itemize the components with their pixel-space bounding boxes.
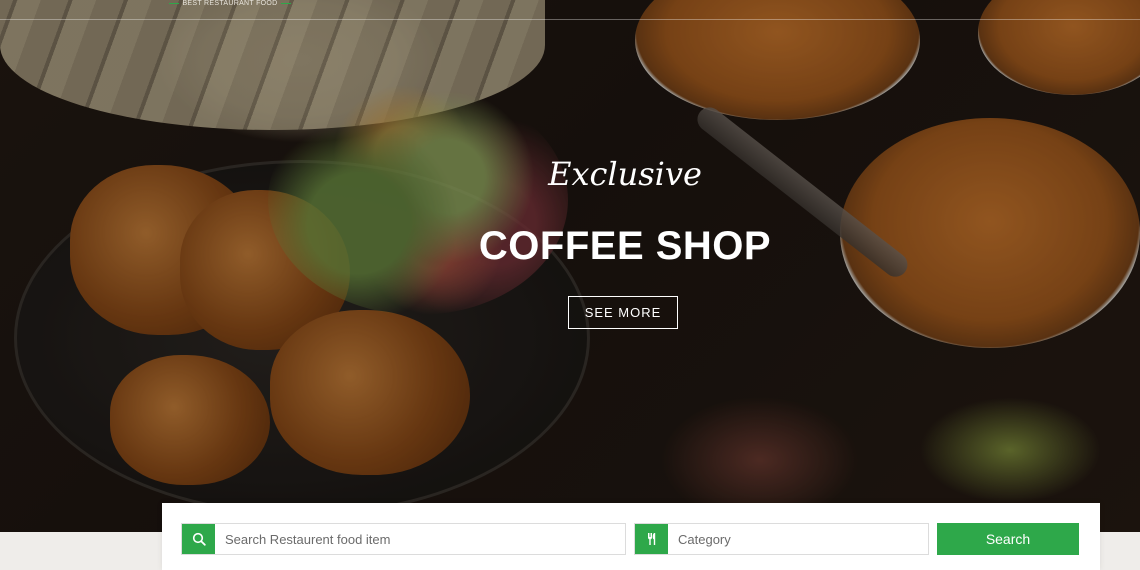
tagline: BEST RESTAURANT FOOD	[0, 0, 460, 7]
search-button[interactable]: Search	[937, 523, 1079, 555]
search-panel: Search	[162, 503, 1100, 570]
hero-banner: BEST RESTAURANT FOOD Exclusive COFFEE SH…	[0, 0, 1140, 532]
tagline-dash	[169, 2, 180, 4]
tagline-text: BEST RESTAURANT FOOD	[182, 0, 278, 7]
fork-knife-icon	[635, 524, 668, 554]
hero-title: COFFEE SHOP	[478, 224, 772, 268]
search-icon	[182, 524, 215, 554]
category-field[interactable]	[634, 523, 929, 555]
food-search-field[interactable]	[181, 523, 626, 555]
category-input[interactable]	[668, 524, 928, 554]
hero-subtitle: Exclusive	[548, 155, 702, 193]
top-divider	[0, 19, 1140, 20]
tagline-dash	[280, 2, 291, 4]
food-search-input[interactable]	[215, 524, 625, 554]
see-more-button[interactable]: SEE MORE	[568, 296, 678, 329]
